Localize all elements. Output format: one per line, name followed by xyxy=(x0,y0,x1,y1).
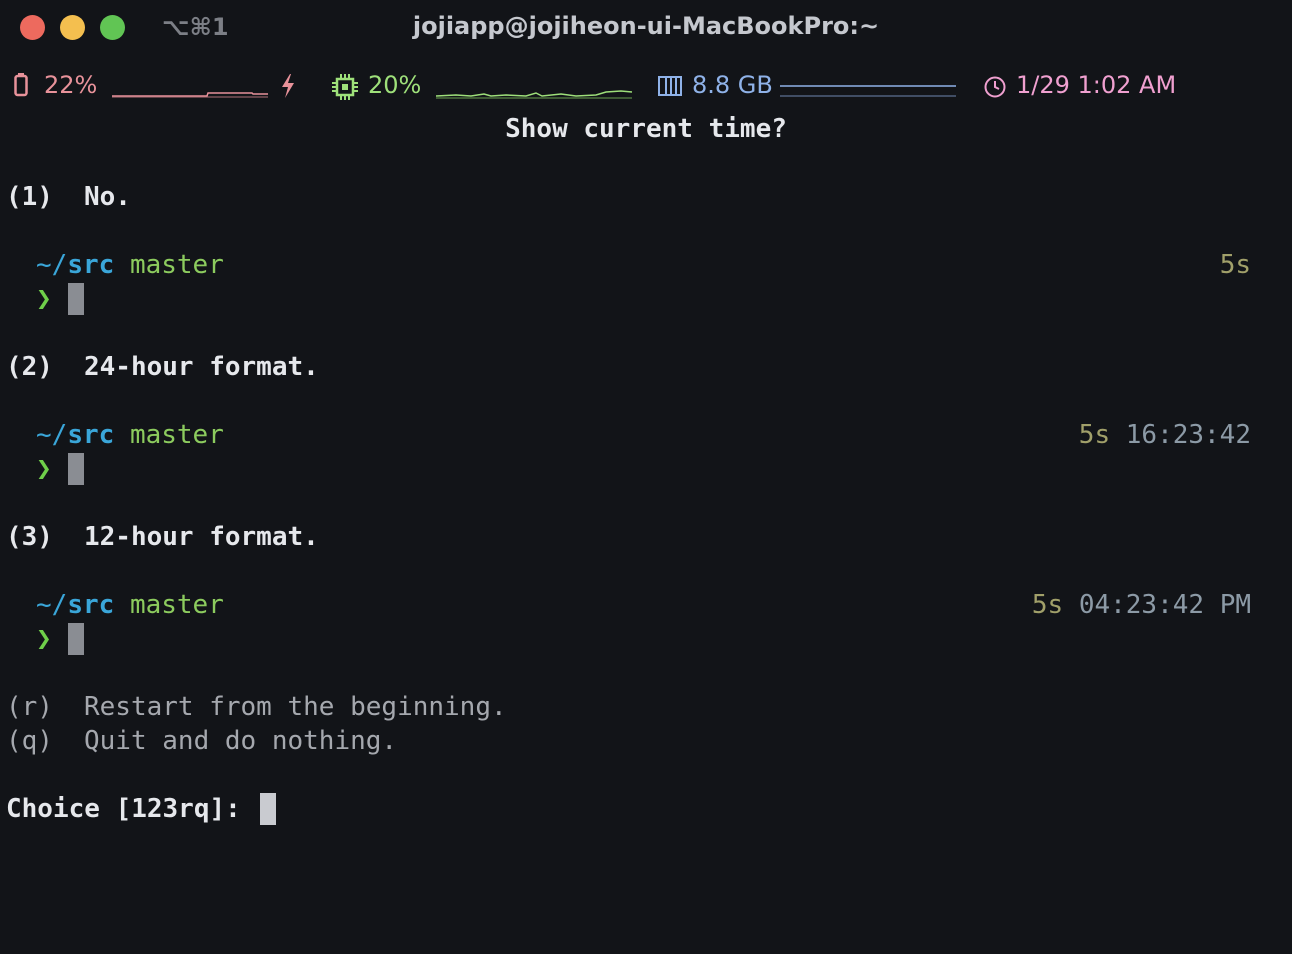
path-dir: src xyxy=(67,420,115,450)
question-heading: Show current time? xyxy=(505,114,787,144)
prompt-chevron-icon: ❯ xyxy=(36,284,52,314)
clock-value: 1/29 1:02 AM xyxy=(1016,71,1177,99)
path-dir: src xyxy=(67,590,115,620)
clock-icon xyxy=(984,76,1006,98)
battery-value: 22% xyxy=(44,71,98,99)
option-2-label[interactable]: 24-hour format. xyxy=(84,350,319,384)
option-restart-label[interactable]: Restart from the beginning. xyxy=(84,690,507,724)
preview-clock: 16:23:42 xyxy=(1125,420,1251,450)
choice-prompt: Choice [123rq]: xyxy=(6,794,257,824)
git-branch: master xyxy=(129,420,224,450)
memory-icon xyxy=(658,76,682,96)
option-3-key[interactable]: (3) xyxy=(6,520,53,554)
command-duration: 5s xyxy=(1078,420,1111,450)
option-2-key[interactable]: (2) xyxy=(6,350,53,384)
option-1-key[interactable]: (1) xyxy=(6,180,53,214)
preview-cursor xyxy=(68,283,84,315)
preview-cursor xyxy=(68,453,84,485)
memory-sparkline xyxy=(780,85,956,97)
option-3-label[interactable]: 12-hour format. xyxy=(84,520,319,554)
preview-clock: 04:23:42 PM xyxy=(1078,590,1251,620)
option-3-preview-path: ~/src master xyxy=(36,588,224,622)
command-duration: 5s xyxy=(1219,250,1251,280)
input-cursor[interactable] xyxy=(260,793,276,825)
battery-icon xyxy=(14,73,28,97)
option-restart-key[interactable]: (r) xyxy=(6,690,53,724)
prompt-chevron-icon: ❯ xyxy=(36,624,52,654)
path-tilde: ~/ xyxy=(36,590,68,620)
option-quit-key[interactable]: (q) xyxy=(6,724,53,758)
option-1-preview-right: 5s xyxy=(1220,248,1251,282)
preview-cursor xyxy=(68,623,84,655)
path-dir: src xyxy=(67,250,115,280)
command-duration: 5s xyxy=(1031,590,1064,620)
option-1-preview-path: ~/src master xyxy=(36,248,224,282)
path-tilde: ~/ xyxy=(36,420,68,450)
cpu-sparkline xyxy=(436,90,633,99)
memory-value: 8.8 GB xyxy=(692,71,773,99)
lightning-icon xyxy=(282,74,294,98)
git-branch: master xyxy=(129,590,224,620)
cpu-value: 20% xyxy=(368,71,422,99)
option-quit-label[interactable]: Quit and do nothing. xyxy=(84,724,397,758)
path-tilde: ~/ xyxy=(36,250,68,280)
option-2-preview-path: ~/src master xyxy=(36,418,224,452)
battery-sparkline xyxy=(112,92,268,98)
window-title: jojiapp@jojiheon-ui-MacBookPro:~ xyxy=(412,12,880,40)
option-3-preview-right: 5s 04:23:42 PM xyxy=(1032,588,1251,622)
cpu-chip-icon xyxy=(332,74,358,100)
prompt-chevron-icon: ❯ xyxy=(36,454,52,484)
option-1-label[interactable]: No. xyxy=(84,180,131,214)
git-branch: master xyxy=(129,250,224,280)
option-2-preview-right: 5s 16:23:42 xyxy=(1079,418,1251,452)
